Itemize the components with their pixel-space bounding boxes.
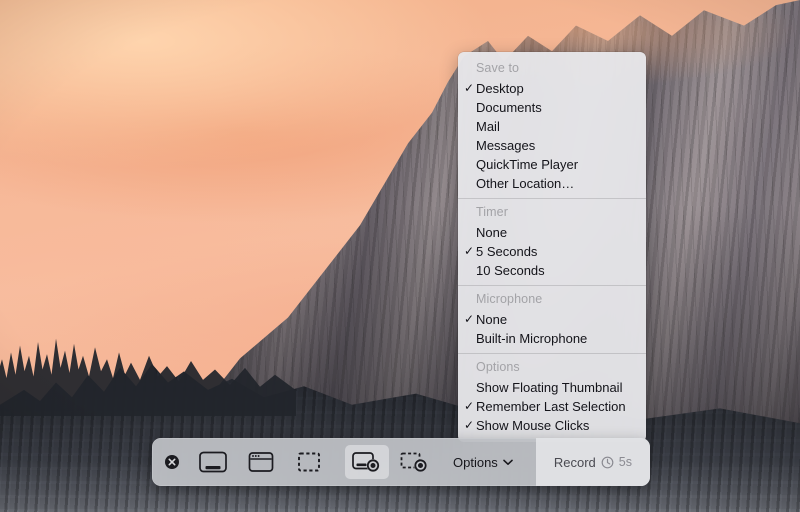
menu-item-timer-5-seconds[interactable]: ✓ 5 Seconds	[458, 242, 646, 261]
record-selected-portion-button[interactable]	[393, 445, 437, 479]
menu-item-desktop[interactable]: ✓ Desktop	[458, 79, 646, 98]
menu-item-label: 10 Seconds	[476, 263, 545, 278]
menu-item-documents[interactable]: Documents	[458, 98, 646, 117]
menu-item-microphone-none[interactable]: ✓ None	[458, 310, 646, 329]
menu-item-label: Other Location…	[476, 176, 574, 191]
record-timer-value: 5s	[619, 455, 632, 469]
menu-item-show-mouse-clicks[interactable]: ✓ Show Mouse Clicks	[458, 416, 646, 435]
menu-item-show-floating-thumbnail[interactable]: Show Floating Thumbnail	[458, 378, 646, 397]
selected-window-icon	[246, 450, 276, 474]
wallpaper-vignette	[0, 0, 800, 512]
menu-divider	[458, 198, 646, 199]
desktop-screen: Save to ✓ Desktop Documents Mail Message…	[0, 0, 800, 512]
menu-item-quicktime-player[interactable]: QuickTime Player	[458, 155, 646, 174]
menu-item-label: Mail	[476, 119, 500, 134]
menu-item-remember-last-selection[interactable]: ✓ Remember Last Selection	[458, 397, 646, 416]
menu-item-label: Show Floating Thumbnail	[476, 380, 622, 395]
screenshot-toolbar: Options Record 5s	[152, 438, 650, 486]
menu-item-timer-none[interactable]: None	[458, 223, 646, 242]
capture-entire-screen-button[interactable]	[191, 445, 235, 479]
menu-item-label: Remember Last Selection	[476, 399, 626, 414]
menu-item-built-in-microphone[interactable]: Built-in Microphone	[458, 329, 646, 348]
checkmark-icon: ✓	[463, 397, 475, 416]
toolbar-options-label: Options	[453, 455, 498, 470]
record-entire-screen-icon	[351, 450, 383, 474]
menu-item-timer-10-seconds[interactable]: 10 Seconds	[458, 261, 646, 280]
menu-item-label: Messages	[476, 138, 535, 153]
menu-item-label: Show Mouse Clicks	[476, 418, 589, 433]
menu-item-messages[interactable]: Messages	[458, 136, 646, 155]
menu-item-label: None	[476, 312, 507, 327]
capture-selected-portion-button[interactable]	[287, 445, 331, 479]
record-entire-screen-button[interactable]	[345, 445, 389, 479]
menu-item-label: Documents	[476, 100, 542, 115]
checkmark-icon: ✓	[463, 310, 475, 329]
checkmark-icon: ✓	[463, 79, 475, 98]
record-button-label: Record	[554, 455, 596, 470]
menu-section-header-timer: Timer	[458, 202, 646, 223]
menu-item-mail[interactable]: Mail	[458, 117, 646, 136]
menu-divider	[458, 353, 646, 354]
menu-section-header-save-to: Save to	[458, 58, 646, 79]
menu-item-label: Desktop	[476, 81, 524, 96]
toolbar-capture-modes	[152, 438, 437, 486]
menu-item-label: QuickTime Player	[476, 157, 578, 172]
record-button[interactable]: Record 5s	[536, 438, 650, 486]
checkmark-icon: ✓	[463, 416, 475, 435]
menu-item-other-location[interactable]: Other Location…	[458, 174, 646, 193]
toolbar-options-button[interactable]: Options	[437, 438, 526, 486]
menu-section-header-microphone: Microphone	[458, 289, 646, 310]
capture-selected-window-button[interactable]	[239, 445, 283, 479]
checkmark-icon: ✓	[463, 242, 475, 261]
menu-item-label: 5 Seconds	[476, 244, 537, 259]
chevron-down-icon	[503, 459, 513, 466]
timer-icon	[601, 456, 614, 469]
selected-portion-icon	[294, 450, 324, 474]
menu-divider	[458, 285, 646, 286]
close-circle-icon[interactable]	[163, 453, 181, 471]
record-selected-portion-icon	[399, 450, 431, 474]
menu-item-label: Built-in Microphone	[476, 331, 587, 346]
menu-item-label: None	[476, 225, 507, 240]
screenshot-options-menu: Save to ✓ Desktop Documents Mail Message…	[458, 52, 646, 442]
menu-section-header-options: Options	[458, 357, 646, 378]
entire-screen-icon	[198, 450, 228, 474]
